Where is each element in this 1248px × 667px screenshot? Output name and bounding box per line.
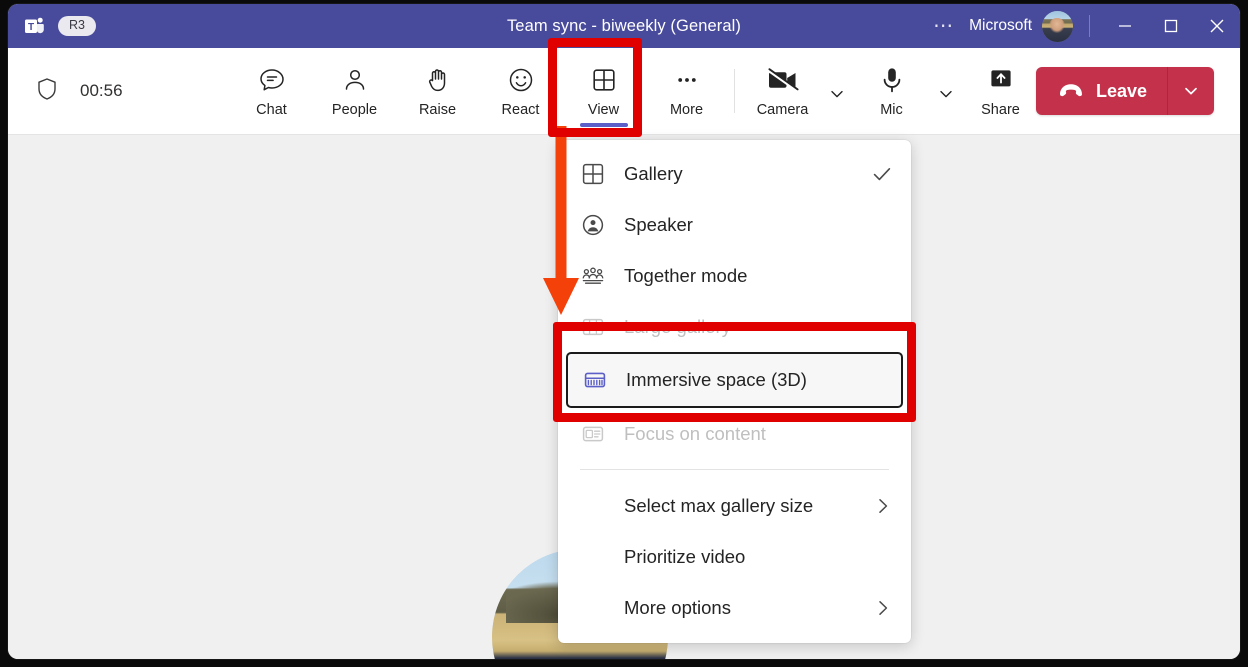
more-horizontal-icon	[672, 65, 702, 95]
menu-item-label: Together mode	[624, 265, 893, 287]
immersive-space-menu-item[interactable]: Immersive space (3D)	[566, 352, 903, 408]
view-button[interactable]: View	[562, 49, 645, 133]
together-mode-icon	[580, 264, 606, 288]
speaker-view-icon	[580, 213, 606, 237]
account-name[interactable]: Microsoft	[969, 17, 1042, 35]
react-button[interactable]: React	[479, 49, 562, 133]
menu-item-more-options[interactable]: More options	[558, 582, 911, 633]
teams-logo-icon: T	[24, 15, 46, 37]
raise-hand-icon	[423, 65, 453, 95]
menu-item-label: Speaker	[624, 214, 893, 236]
share-label: Share	[981, 102, 1020, 118]
screenshot-root: T R3 Team sync - biweekly (General) ⋯ Mi…	[0, 0, 1248, 667]
tenant-badge[interactable]: R3	[58, 16, 96, 36]
chat-label: Chat	[256, 102, 287, 118]
leave-button-group: Leave	[1036, 67, 1214, 115]
menu-item-focus-on-content: Focus on content	[558, 408, 911, 459]
react-label: React	[502, 102, 540, 118]
more-button[interactable]: More	[645, 49, 728, 133]
minimize-icon[interactable]	[1102, 4, 1148, 48]
raise-label: Raise	[419, 102, 456, 118]
chevron-right-icon	[873, 598, 893, 618]
maximize-icon[interactable]	[1148, 4, 1194, 48]
smiley-react-icon	[506, 65, 536, 95]
menu-item-label: Focus on content	[624, 423, 893, 445]
mic-button[interactable]: Mic	[850, 49, 933, 133]
svg-text:T: T	[28, 22, 34, 33]
menu-item-prioritize-video[interactable]: Prioritize video	[558, 531, 911, 582]
view-active-indicator	[580, 123, 628, 127]
toolbar-status-group: 00:56	[8, 77, 123, 106]
toolbar-divider	[734, 69, 735, 113]
meeting-toolbar: 00:56 Chat	[8, 48, 1240, 135]
menu-item-label: Immersive space (3D)	[626, 369, 883, 391]
menu-item-together-mode[interactable]: Together mode	[558, 250, 911, 301]
camera-off-icon	[766, 65, 800, 95]
more-label: More	[670, 102, 703, 118]
focus-content-icon	[580, 422, 606, 446]
people-label: People	[332, 102, 377, 118]
microphone-icon	[879, 65, 905, 95]
camera-label: Camera	[757, 102, 809, 118]
chat-bubble-icon	[257, 65, 287, 95]
grid-view-icon	[580, 162, 606, 186]
large-gallery-icon	[580, 315, 606, 339]
camera-control: Camera	[741, 46, 850, 136]
menu-item-select-max-gallery-size[interactable]: Select max gallery size	[558, 480, 911, 531]
leave-chevron-down-icon[interactable]	[1168, 67, 1214, 115]
titlebar-divider	[1089, 15, 1090, 37]
menu-item-label: Prioritize video	[624, 546, 893, 568]
view-menu: Gallery Speaker	[558, 140, 911, 643]
hang-up-icon	[1058, 81, 1084, 102]
camera-chevron-down-icon[interactable]	[824, 46, 850, 136]
more-horizontal-icon[interactable]: ⋯	[919, 16, 969, 36]
share-button[interactable]: Share	[959, 49, 1042, 133]
menu-item-label: Large gallery	[624, 316, 893, 338]
menu-item-label: More options	[624, 597, 855, 619]
close-icon[interactable]	[1194, 4, 1240, 48]
title-bar: T R3 Team sync - biweekly (General) ⋯ Mi…	[8, 4, 1240, 48]
user-avatar[interactable]	[1042, 11, 1073, 42]
mic-label: Mic	[880, 102, 903, 118]
menu-item-large-gallery: Large gallery	[558, 301, 911, 352]
toolbar-actions: Chat People	[230, 48, 1042, 134]
mic-control: Mic	[850, 46, 959, 136]
share-screen-icon	[986, 65, 1016, 95]
view-label: View	[588, 102, 619, 118]
menu-item-speaker[interactable]: Speaker	[558, 199, 911, 250]
chevron-right-icon	[873, 496, 893, 516]
raise-hand-button[interactable]: Raise	[396, 49, 479, 133]
meeting-timer: 00:56	[80, 81, 123, 101]
checkmark-icon	[871, 163, 893, 185]
camera-button[interactable]: Camera	[741, 49, 824, 133]
chat-button[interactable]: Chat	[230, 49, 313, 133]
grid-view-icon	[589, 65, 619, 95]
menu-divider	[580, 469, 889, 470]
menu-item-gallery[interactable]: Gallery	[558, 148, 911, 199]
people-icon	[340, 65, 370, 95]
mic-chevron-down-icon[interactable]	[933, 46, 959, 136]
title-bar-right: ⋯ Microsoft	[919, 4, 1240, 48]
leave-button[interactable]: Leave	[1036, 67, 1167, 115]
menu-item-label: Select max gallery size	[624, 495, 855, 517]
menu-item-label: Gallery	[624, 163, 853, 185]
leave-label: Leave	[1096, 81, 1147, 102]
shield-icon[interactable]	[36, 77, 58, 106]
people-button[interactable]: People	[313, 49, 396, 133]
immersive-space-icon	[582, 368, 608, 392]
title-bar-left: T R3	[8, 15, 144, 37]
